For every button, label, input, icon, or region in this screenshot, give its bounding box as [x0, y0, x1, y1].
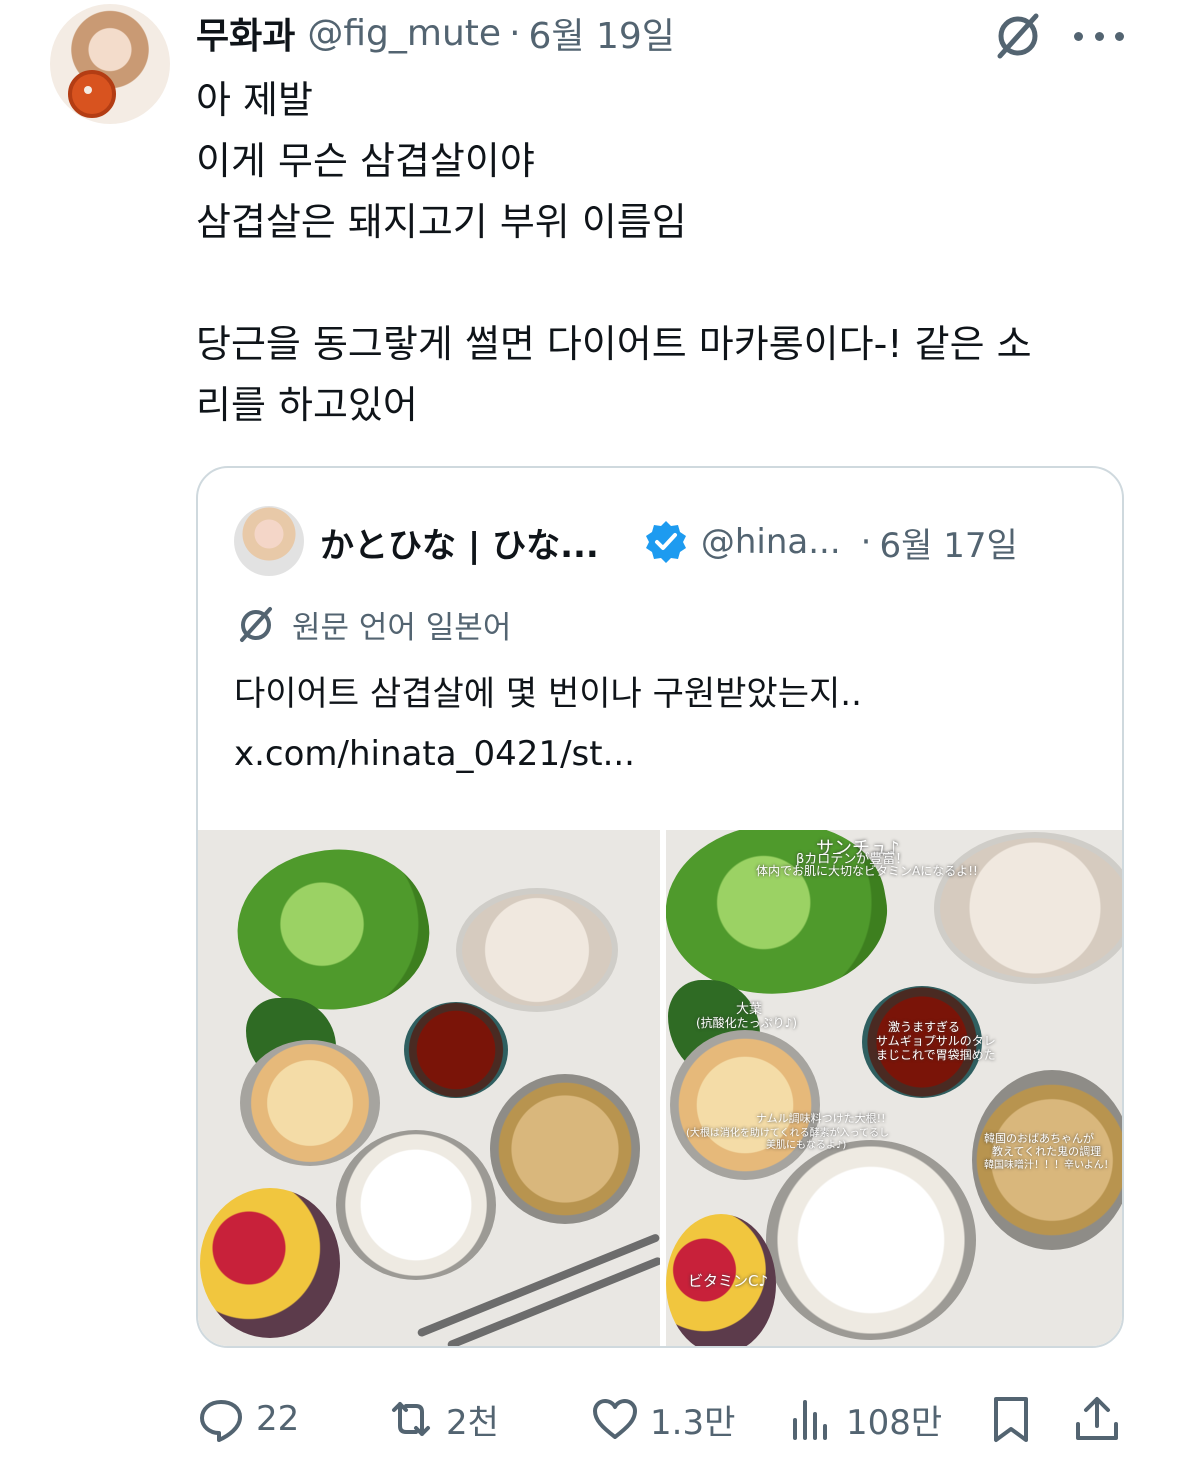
quoted-handle[interactable]: @hina... — [701, 522, 841, 562]
user-handle[interactable]: @fig_mute — [307, 13, 501, 54]
reply-button[interactable]: 22 — [196, 1388, 299, 1450]
quoted-link[interactable]: x.com/hinata_0421/st... — [234, 724, 862, 784]
tweet-text: 아 제발 이게 무슨 삼겹살이야 삼겹살은 돼지고기 부위 이름임 당근을 동그… — [196, 70, 1136, 436]
verified-badge-icon — [645, 521, 686, 563]
reply-count: 22 — [256, 1399, 300, 1439]
dot — [1074, 31, 1083, 41]
soup-bowl-image — [490, 1074, 640, 1224]
pork-plate-image — [456, 888, 618, 1012]
more-options-icon[interactable] — [1074, 16, 1124, 56]
radish-plate-image — [240, 1040, 380, 1166]
food-photo-2[interactable]: サンチュ♪ βカロテンが豊富！ 体内でお肌に大切なビタミンAになるよ!! 大葉 … — [666, 830, 1122, 1346]
views-icon — [793, 1400, 827, 1440]
tweet-text-line: 리를 하고있어 — [196, 383, 418, 427]
photo-caption: ビタミンC♪ — [688, 1272, 769, 1290]
retweet-icon — [392, 1402, 430, 1436]
heart-icon — [593, 1399, 637, 1439]
bookmark-button[interactable] — [986, 1388, 1036, 1450]
retweet-button[interactable]: 2천 — [386, 1388, 499, 1450]
quoted-date[interactable]: 6월 17일 — [879, 518, 1017, 567]
retweet-count: 2천 — [446, 1402, 499, 1443]
tweet-text-line: 아 제발 — [196, 78, 313, 122]
quoted-media: サンチュ♪ βカロテンが豊富！ 体内でお肌に大切なビタミンAになるよ!! 大葉 … — [198, 830, 1122, 1346]
photo-caption: 体内でお肌に大切なビタミンAになるよ!! — [756, 864, 978, 878]
quoted-text: 다이어트 삼겹살에 몇 번이나 구원받았는지.. x.com/hinata_04… — [234, 664, 862, 784]
radish-plate-image — [670, 1030, 820, 1180]
rice-bowl-image — [766, 1140, 976, 1340]
reply-icon — [200, 1400, 242, 1442]
tweet-header: 무화과 @fig_mute · 6월 19일 — [196, 6, 675, 60]
pork-plate-image — [934, 832, 1122, 984]
avatar[interactable] — [50, 4, 170, 124]
fruit-plate-image — [200, 1188, 340, 1338]
tweet-text-line: 이게 무슨 삼겹살이야 — [196, 139, 535, 183]
bookmark-icon — [994, 1397, 1028, 1442]
tweet-text-line — [196, 253, 1136, 314]
views-button[interactable]: 108만 — [786, 1388, 942, 1450]
dot — [1094, 31, 1104, 41]
quoted-header: かとひな | ひな... @hina... · 6월 17일 — [320, 512, 1018, 572]
separator: · — [860, 522, 872, 562]
photo-caption: 美肌にもなるよ♪) — [766, 1140, 847, 1151]
quoted-avatar[interactable] — [234, 506, 304, 576]
quoted-tweet[interactable]: かとひな | ひな... @hina... · 6월 17일 원문 언어 일본어… — [196, 466, 1124, 1348]
dot — [1115, 31, 1124, 41]
display-name[interactable]: 무화과 — [196, 7, 295, 59]
like-count: 1.3만 — [650, 1402, 736, 1443]
lettuce-image — [223, 831, 443, 1029]
photo-caption: まじこれで胃袋掴めた — [876, 1048, 996, 1062]
tweet-view: 무화과 @fig_mute · 6월 19일 아 제발 이게 무슨 삼겹살이야 … — [0, 0, 1179, 1475]
grok-icon[interactable] — [990, 8, 1046, 64]
donut-decoration — [68, 70, 116, 118]
rice-bowl-image — [336, 1130, 496, 1280]
like-button[interactable]: 1.3만 — [590, 1388, 735, 1450]
sauce-bowl-image — [404, 1002, 508, 1098]
translated-label: 원문 언어 일본어 — [292, 610, 512, 646]
chopstick-image — [446, 1256, 660, 1346]
photo-caption: (抗酸化たっぷり♪) — [696, 1016, 798, 1030]
quoted-display-name[interactable]: かとひな | ひな... — [320, 518, 599, 567]
tweet-date[interactable]: 6월 19일 — [529, 7, 675, 59]
tweet-text-line: 삼겹살은 돼지고기 부위 이름임 — [196, 200, 687, 244]
quoted-text-line: 다이어트 삼겹살에 몇 번이나 구원받았는지.. — [234, 674, 862, 714]
views-count: 108만 — [846, 1402, 943, 1443]
food-photo-1[interactable] — [198, 830, 660, 1346]
separator: · — [509, 12, 521, 54]
share-icon — [1076, 1397, 1118, 1440]
tweet-text-line: 당근을 동그랗게 썰면 다이어트 마카롱이다-! 같은 소 — [196, 322, 1032, 366]
translated-notice[interactable]: 원문 언어 일본어 — [234, 602, 511, 647]
grok-icon — [240, 606, 272, 642]
photo-caption: 韓国味噌汁！！！辛いよん！ — [984, 1160, 1114, 1171]
share-button[interactable] — [1072, 1388, 1122, 1450]
tweet-actions: 22 2천 1.3만 108만 — [196, 1388, 1126, 1450]
